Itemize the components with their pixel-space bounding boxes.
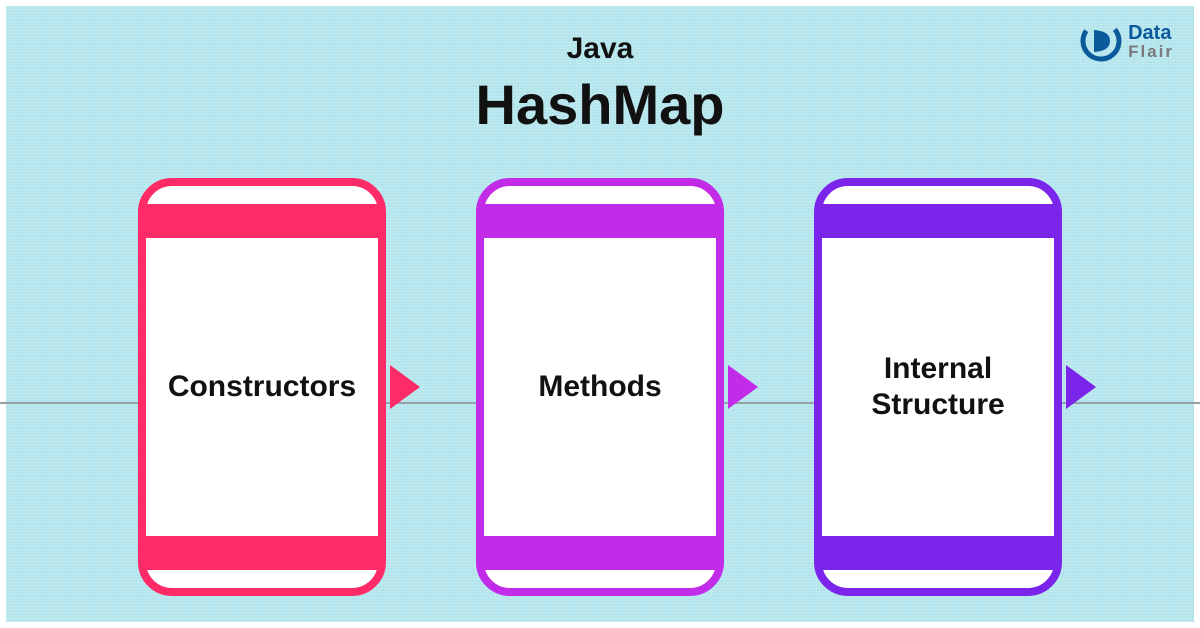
card-label: Internal Structure	[859, 351, 1016, 423]
page-title: Java HashMap	[476, 32, 725, 137]
arrow-icon	[728, 365, 758, 409]
logo-text-line2: Flair	[1128, 43, 1174, 60]
card: Internal Structure	[814, 178, 1062, 596]
card-internal-structure: Internal Structure	[814, 178, 1062, 596]
arrow-icon	[1066, 365, 1096, 409]
card: Methods	[476, 178, 724, 596]
logo-text-line1: Data	[1128, 23, 1174, 43]
arrow-icon	[390, 365, 420, 409]
card-label: Constructors	[156, 369, 368, 405]
title-subject: Java	[476, 32, 725, 66]
title-topic: HashMap	[476, 72, 725, 137]
card-label: Methods	[526, 369, 673, 405]
brand-logo: Data Flair	[1080, 20, 1174, 62]
card-row: Constructors Methods Internal Structure	[6, 178, 1194, 596]
card: Constructors	[138, 178, 386, 596]
logo-icon	[1080, 20, 1122, 62]
card-constructors: Constructors	[138, 178, 386, 596]
card-methods: Methods	[476, 178, 724, 596]
